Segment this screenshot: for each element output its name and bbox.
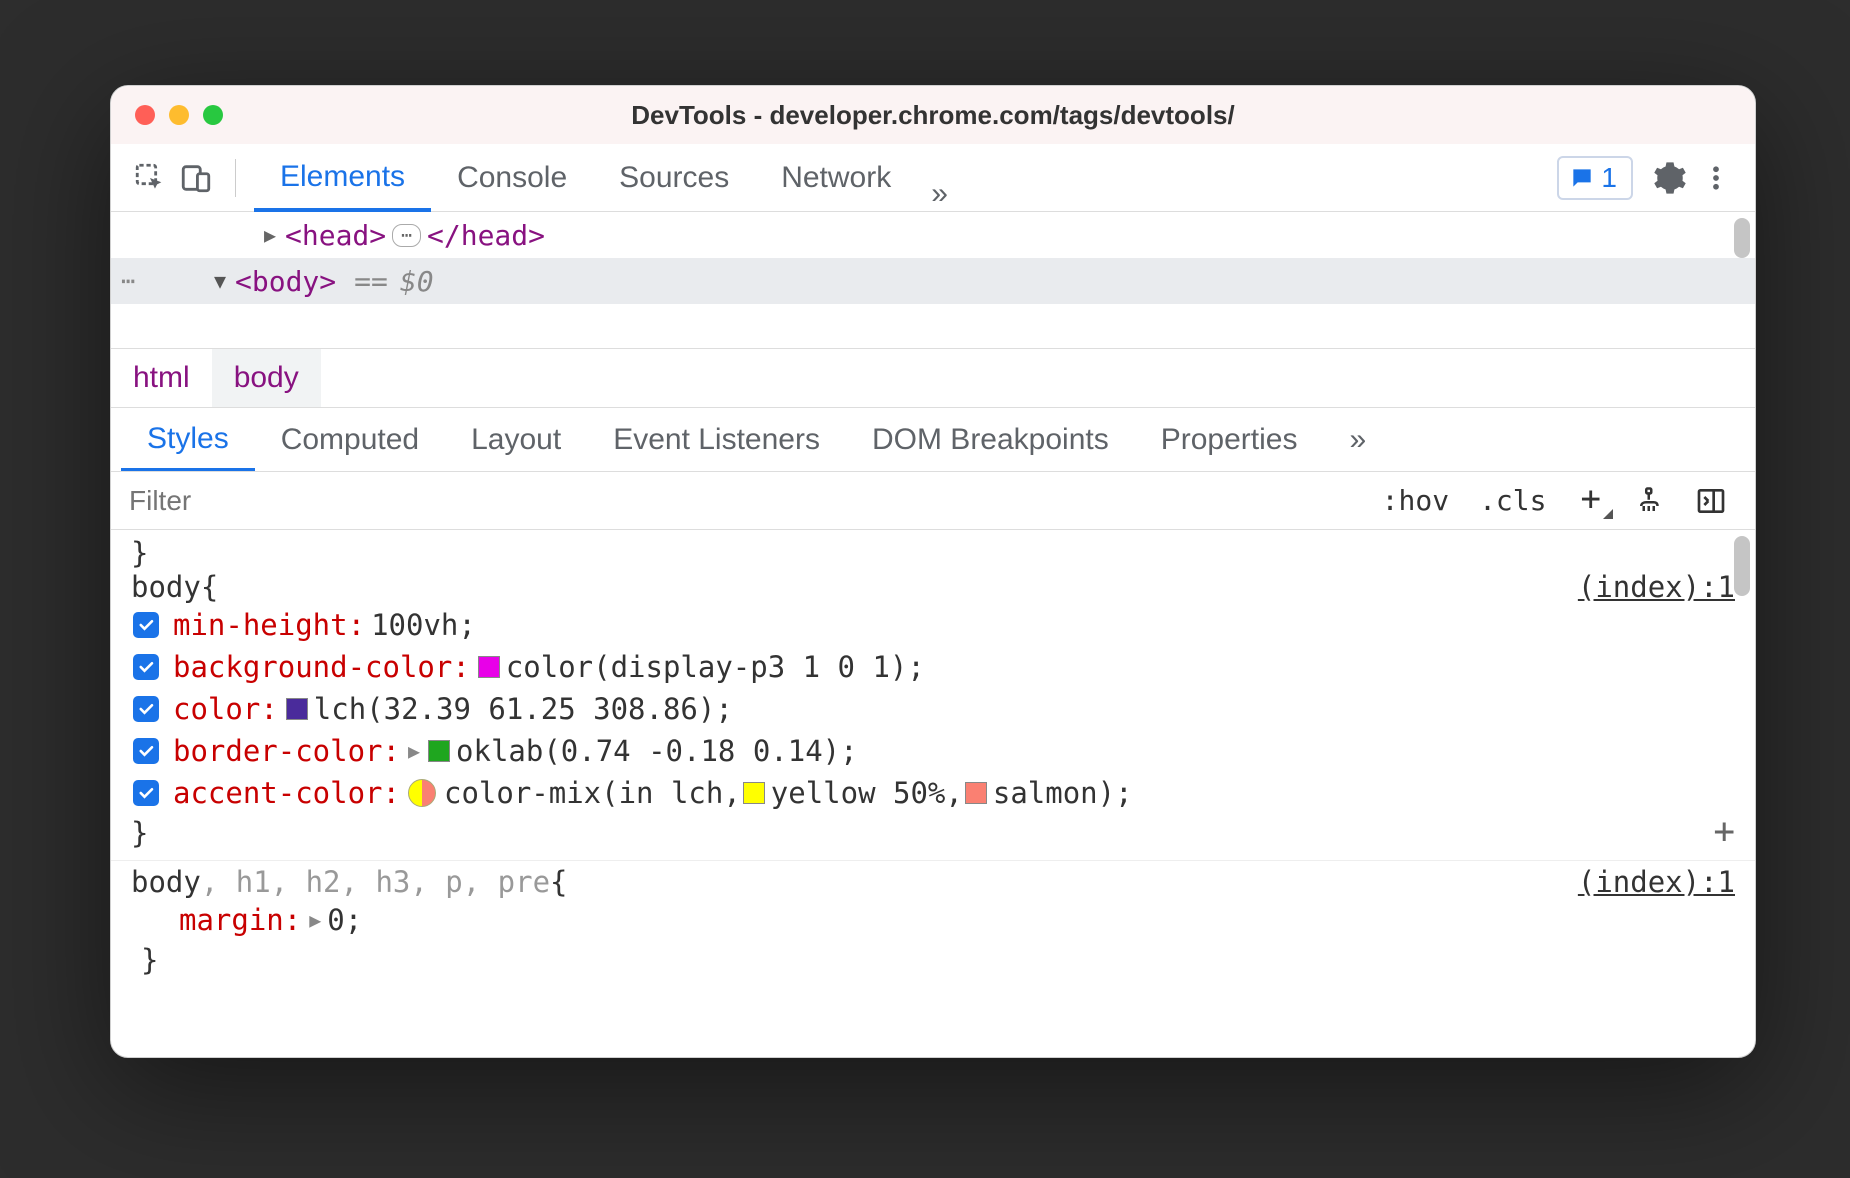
prop-background-color[interactable]: background-color: color(display-p3 1 0 1… — [131, 646, 1735, 688]
subtab-dom-breakpoints[interactable]: DOM Breakpoints — [846, 408, 1135, 471]
rule-source-link[interactable]: (index):1 — [1578, 865, 1735, 899]
rule-selector-secondary[interactable]: , h1, h2, h3, p, pre — [201, 865, 550, 899]
expand-triangle-icon[interactable]: ▶ — [261, 223, 279, 247]
maximize-window-button[interactable] — [203, 105, 223, 125]
breadcrumb-body[interactable]: body — [212, 349, 321, 407]
styles-filter-input[interactable] — [123, 479, 1362, 523]
minimize-window-button[interactable] — [169, 105, 189, 125]
tab-network[interactable]: Network — [755, 144, 917, 211]
dom-body-row[interactable]: ⋯ ▼ <body> == $0 — [111, 258, 1755, 304]
brush-icon[interactable] — [1625, 482, 1675, 520]
device-toolbar-icon[interactable] — [175, 157, 217, 199]
window-titlebar: DevTools - developer.chrome.com/tags/dev… — [111, 86, 1755, 144]
dom-tag-head-open: <head> — [285, 219, 386, 252]
dom-scrollbar-thumb[interactable] — [1734, 218, 1750, 258]
new-style-rule-button[interactable]: + — [1567, 480, 1615, 521]
dom-row-context-icon[interactable]: ⋯ — [121, 267, 137, 295]
styles-scrollbar-thumb[interactable] — [1734, 536, 1750, 596]
styles-subpanel-tabs: Styles Computed Layout Event Listeners D… — [111, 408, 1755, 472]
dom-tag-head-close: </head> — [427, 219, 545, 252]
dom-tree[interactable]: ▶ <head> ⋯ </head> ⋯ ▼ <body> == $0 — [111, 212, 1755, 348]
subtab-computed[interactable]: Computed — [255, 408, 445, 471]
close-brace: } — [131, 814, 1735, 852]
toggle-cls-button[interactable]: .cls — [1469, 480, 1556, 521]
dom-scrollbar[interactable] — [1731, 212, 1753, 348]
inspect-element-icon[interactable] — [129, 157, 171, 199]
toolbar-separator — [235, 159, 236, 197]
tab-elements[interactable]: Elements — [254, 145, 431, 212]
color-swatch[interactable] — [743, 782, 765, 804]
main-toolbar: Elements Console Sources Network » 1 — [111, 144, 1755, 212]
dom-breadcrumbs: html body — [111, 348, 1755, 408]
dom-tag-body-open: <body> — [235, 265, 336, 298]
subtab-event-listeners[interactable]: Event Listeners — [587, 408, 846, 471]
panel-tabs: Elements Console Sources Network » — [254, 144, 962, 211]
color-swatch[interactable] — [428, 740, 450, 762]
dom-dollar-zero: $0 — [400, 265, 434, 298]
toggle-hov-button[interactable]: :hov — [1372, 480, 1459, 521]
subtab-layout[interactable]: Layout — [445, 408, 587, 471]
tab-console[interactable]: Console — [431, 144, 593, 211]
property-checkbox[interactable] — [133, 654, 159, 680]
property-checkbox[interactable] — [133, 780, 159, 806]
property-checkbox[interactable] — [133, 738, 159, 764]
traffic-lights — [111, 105, 223, 125]
rule-selector[interactable]: body — [131, 570, 201, 604]
styles-pane[interactable]: } body { (index):1 min-height: 100vh; ba… — [111, 530, 1755, 1058]
style-rule-body[interactable]: body { (index):1 min-height: 100vh; back… — [111, 566, 1755, 861]
expand-triangle-icon[interactable]: ▶ — [408, 739, 420, 763]
more-options-icon[interactable] — [1695, 157, 1737, 199]
color-swatch[interactable] — [965, 782, 987, 804]
prop-margin[interactable]: margin: ▶ 0; — [131, 899, 1735, 941]
rule-source-link[interactable]: (index):1 — [1578, 570, 1735, 604]
dom-eq-label: == — [354, 265, 388, 298]
issues-button[interactable]: 1 — [1557, 156, 1633, 200]
prop-color[interactable]: color: lch(32.39 61.25 308.86); — [131, 688, 1735, 730]
prop-border-color[interactable]: border-color: ▶ oklab(0.74 -0.18 0.14); — [131, 730, 1735, 772]
property-checkbox[interactable] — [133, 696, 159, 722]
color-swatch[interactable] — [478, 656, 500, 678]
close-window-button[interactable] — [135, 105, 155, 125]
window-title: DevTools - developer.chrome.com/tags/dev… — [111, 100, 1755, 131]
subtab-styles[interactable]: Styles — [121, 409, 255, 472]
rule-selector-primary[interactable]: body — [131, 865, 201, 899]
prop-min-height[interactable]: min-height: 100vh; — [131, 604, 1735, 646]
close-brace: } — [131, 941, 1735, 979]
toggle-sidebar-icon[interactable] — [1685, 481, 1737, 521]
breadcrumb-html[interactable]: html — [111, 349, 212, 407]
dom-collapsed-ellipsis[interactable]: ⋯ — [392, 224, 421, 247]
devtools-window: DevTools - developer.chrome.com/tags/dev… — [110, 85, 1756, 1058]
style-rule-body-etc[interactable]: body, h1, h2, h3, p, pre { (index):1 mar… — [111, 861, 1755, 987]
issues-count: 1 — [1601, 162, 1617, 194]
color-swatch[interactable] — [286, 698, 308, 720]
dom-head-row[interactable]: ▶ <head> ⋯ </head> — [111, 212, 1755, 258]
collapse-triangle-icon[interactable]: ▼ — [211, 269, 229, 293]
expand-triangle-icon[interactable]: ▶ — [309, 908, 321, 932]
settings-icon[interactable] — [1649, 157, 1691, 199]
plus-icon: + — [1581, 479, 1601, 519]
property-checkbox[interactable] — [133, 612, 159, 638]
tab-sources[interactable]: Sources — [593, 144, 755, 211]
panel-tabs-overflow[interactable]: » — [917, 177, 962, 211]
prop-accent-color[interactable]: accent-color: color-mix(in lch, yellow 5… — [131, 772, 1735, 814]
open-brace: { — [201, 570, 218, 604]
styles-toolbar: :hov .cls + — [111, 472, 1755, 530]
subtab-properties[interactable]: Properties — [1135, 408, 1324, 471]
prev-rule-close: } — [111, 536, 1755, 566]
dropdown-corner-icon — [1603, 509, 1613, 519]
open-brace: { — [550, 865, 567, 899]
color-mix-swatch-icon[interactable] — [408, 779, 436, 807]
subtab-overflow[interactable]: » — [1323, 408, 1392, 471]
styles-scrollbar[interactable] — [1731, 530, 1753, 1058]
